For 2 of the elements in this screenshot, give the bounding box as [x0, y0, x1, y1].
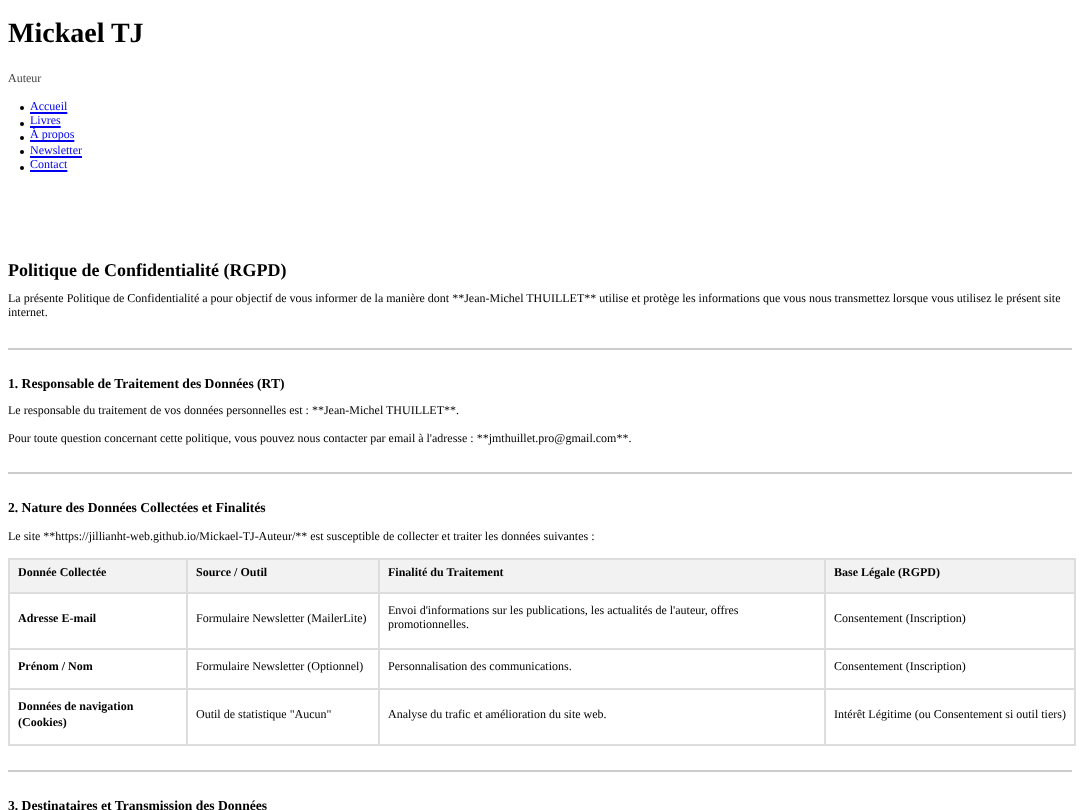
site-title: Mickael TJ: [8, 22, 146, 50]
page-heading: Politique de Confidentialité (RGPD): [8, 259, 289, 282]
